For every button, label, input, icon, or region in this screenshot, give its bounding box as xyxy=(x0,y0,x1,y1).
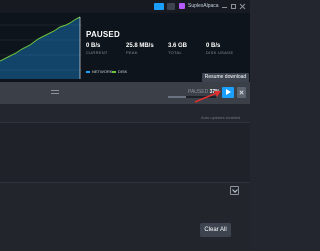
minimize-icon[interactable] xyxy=(222,4,227,8)
close-window-icon[interactable] xyxy=(240,4,245,9)
notifications-icon[interactable] xyxy=(167,3,175,10)
username: SuplexAlpaca xyxy=(188,3,219,9)
stat-total: 3.6 GB TOTAL xyxy=(168,43,188,55)
clear-all-button[interactable]: Clear All xyxy=(200,223,231,237)
legend-network: NETWORK xyxy=(86,69,112,74)
maximize-icon[interactable] xyxy=(231,4,236,9)
stat-disk-usage: 0 B/s DISK USAGE xyxy=(206,43,234,55)
user-menu[interactable]: SuplexAlpaca xyxy=(179,3,219,9)
download-status: PAUSED xyxy=(86,30,120,39)
up-next-section xyxy=(0,122,250,183)
stat-peak: 25.8 MB/s PEAK xyxy=(126,43,154,55)
remove-download-button[interactable] xyxy=(237,87,246,98)
download-icon[interactable] xyxy=(230,186,239,195)
resume-tooltip: Resume download xyxy=(202,73,249,82)
network-graph xyxy=(0,16,82,79)
resume-download-button[interactable] xyxy=(222,87,234,98)
completed-section xyxy=(0,182,250,251)
top-bar: SuplexAlpaca xyxy=(0,0,250,13)
auto-updates-text: Auto-updates enabled xyxy=(201,115,241,120)
stat-current: 0 B/s CURRENT xyxy=(86,43,108,55)
broadcast-icon[interactable] xyxy=(154,3,164,10)
menu-icon[interactable] xyxy=(51,90,59,96)
legend-disk: DISK xyxy=(112,69,127,74)
avatar xyxy=(179,3,185,9)
red-arrow-annotation xyxy=(194,91,221,103)
